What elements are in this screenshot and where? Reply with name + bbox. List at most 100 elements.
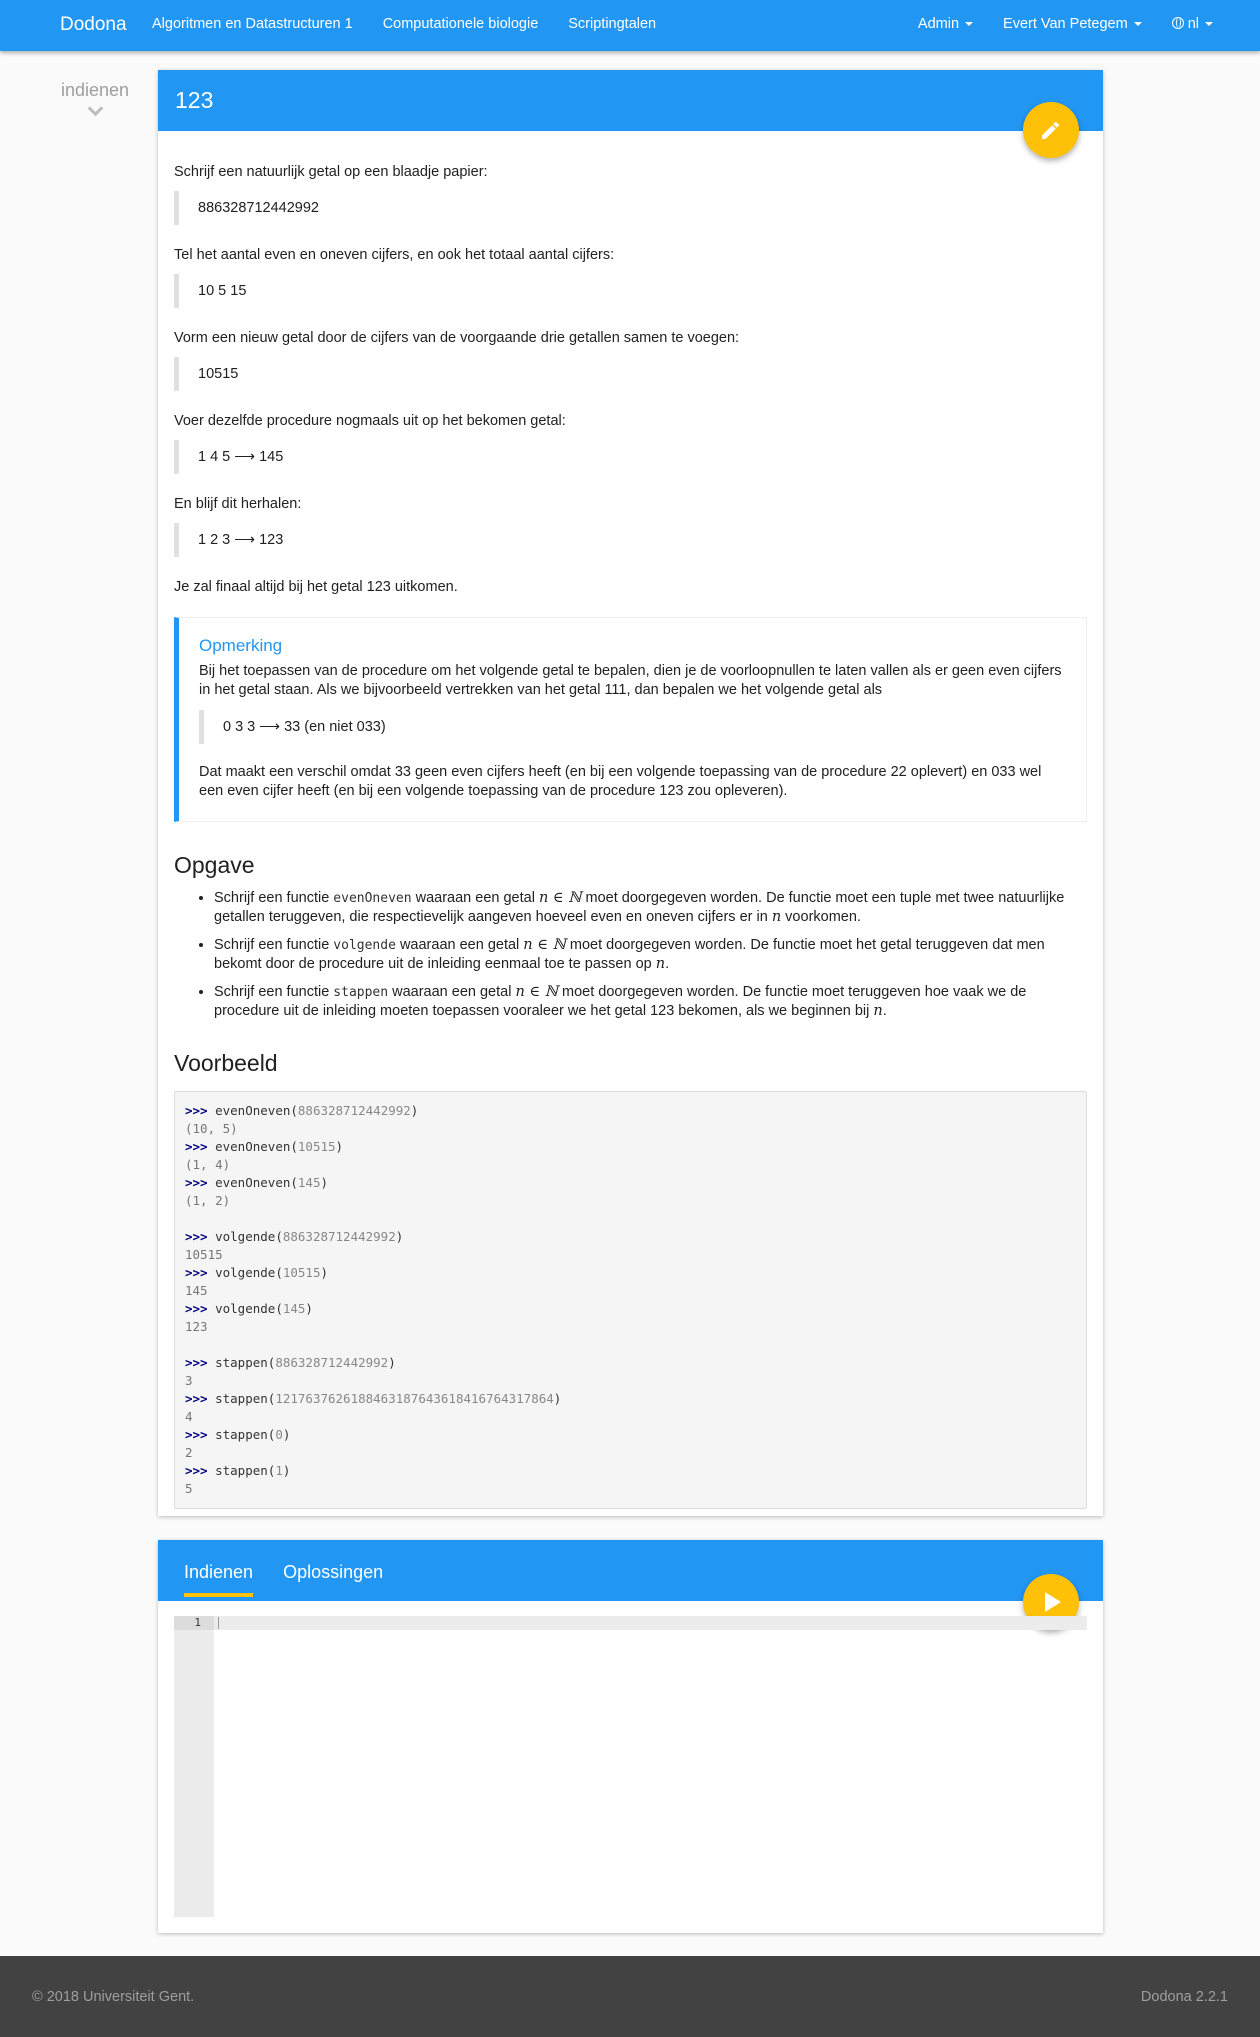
code-call: volgende( <box>215 1301 283 1316</box>
nav-link-course-3[interactable]: Scriptingtalen <box>568 16 656 32</box>
code-argument: 886328712442992 <box>282 1229 396 1244</box>
item-text: Schrijf een functie <box>214 890 334 906</box>
code-paren: ) <box>282 1427 291 1442</box>
code-argument: 886328712442992 <box>275 1355 389 1370</box>
caret-down-icon <box>1205 22 1213 27</box>
code-prompt: >>> <box>185 1175 216 1190</box>
item-text: Schrijf een functie <box>214 984 334 1000</box>
note-title: Opmerking <box>199 636 283 655</box>
code-call: volgende( <box>215 1265 283 1280</box>
exercise-description: Schrijf een natuurlijk getal op een blaa… <box>174 163 1087 1509</box>
code-line: >>> stappen(886328712442992) <box>185 1354 1076 1372</box>
edit-button[interactable] <box>1023 102 1079 158</box>
user-menu[interactable]: Evert Van Petegem <box>1003 16 1142 32</box>
code-line: 10515 <box>185 1246 1076 1264</box>
exercise-card: 123 Schrijf een natuurlijk getal op een … <box>158 70 1103 1516</box>
intro-quote: 10 5 15 <box>174 274 1087 308</box>
code-argument: 1 <box>275 1463 283 1478</box>
note-paragraph: Bij het toepassen van de procedure om he… <box>199 663 1062 698</box>
nav-link-course-1[interactable]: Algoritmen en Datastructuren 1 <box>152 16 353 32</box>
code-paren: ) <box>320 1265 329 1280</box>
intro-text: Voer dezelfde procedure nogmaals uit op … <box>174 413 566 429</box>
code-paren: ) <box>553 1391 562 1406</box>
code-output: 145 <box>185 1283 208 1298</box>
math-expression: n ∈ ℕ <box>538 890 582 906</box>
code-output: 10515 <box>185 1247 223 1262</box>
nav-link-course-2[interactable]: Computationele biologie <box>383 16 539 32</box>
brand-link[interactable]: Dodona <box>60 14 127 36</box>
function-name: stappen <box>333 985 389 1000</box>
caret-down-icon <box>965 22 974 27</box>
function-name: evenOneven <box>333 891 412 906</box>
code-call: evenOneven( <box>215 1175 298 1190</box>
intro-quote: 886328712442992 <box>174 191 1087 225</box>
code-line: 3 <box>185 1372 1076 1390</box>
code-argument: 886328712442992 <box>297 1103 411 1118</box>
admin-menu-label: Admin <box>917 16 960 32</box>
math-expression: n ∈ ℕ <box>515 984 559 1000</box>
code-line: 5 <box>185 1480 1076 1498</box>
code-argument: 145 <box>297 1175 321 1190</box>
code-argument: 10515 <box>282 1265 321 1280</box>
course-links: Algoritmen en Datastructuren 1 Computati… <box>152 16 656 32</box>
code-prompt: >>> <box>185 1103 216 1118</box>
footer-copyright: © 2018 Universiteit Gent. <box>32 1989 195 2005</box>
item-text: . <box>882 1003 887 1019</box>
code-prompt: >>> <box>185 1391 216 1406</box>
user-menu-label: Evert Van Petegem <box>1003 16 1128 32</box>
code-call: stappen( <box>215 1355 276 1370</box>
text-cursor <box>218 1617 219 1629</box>
code-line: >>> volgende(145) <box>185 1300 1076 1318</box>
code-line: >>> evenOneven(10515) <box>185 1138 1076 1156</box>
code-output: 4 <box>185 1409 193 1424</box>
code-line: >>> stappen(1217637626188463187643618416… <box>185 1390 1076 1408</box>
math-expression: n <box>873 1003 883 1019</box>
chevron-down-icon <box>87 100 103 117</box>
conclusion-text: Je zal finaal altijd bij het getal 123 u… <box>174 579 458 595</box>
code-call: evenOneven( <box>215 1139 298 1154</box>
code-line: 2 <box>185 1444 1076 1462</box>
code-output: 123 <box>185 1319 208 1334</box>
code-editor[interactable]: 1 <box>174 1616 1087 1917</box>
intro-text: Tel het aantal even en oneven cijfers, e… <box>174 247 615 263</box>
code-line: 145 <box>185 1282 1076 1300</box>
code-paren: ) <box>320 1175 329 1190</box>
admin-menu[interactable]: Admin <box>917 16 974 32</box>
opgave-heading: Opgave <box>174 852 255 878</box>
editor-gutter <box>174 1616 214 1917</box>
tab-oplossingen[interactable]: Oplossingen <box>283 1562 383 1597</box>
tab-indienen[interactable]: Indienen <box>184 1562 254 1597</box>
code-line: >>> evenOneven(886328712442992) <box>185 1102 1076 1120</box>
footer: © 2018 Universiteit Gent. Dodona 2.2.1 <box>0 1956 1260 2037</box>
code-output: 2 <box>185 1445 193 1460</box>
submission-card: Indienen Oplossingen 1 <box>158 1540 1103 1933</box>
function-name: volgende <box>333 938 396 953</box>
jump-to-submit-button[interactable]: indienen <box>45 80 145 117</box>
item-text: . <box>665 956 670 972</box>
code-call: volgende( <box>215 1229 283 1244</box>
language-menu[interactable]: nl <box>1171 16 1213 32</box>
code-paren: ) <box>410 1103 419 1118</box>
exercise-card-header: 123 <box>158 70 1103 131</box>
code-paren: ) <box>335 1139 344 1154</box>
item-text: Schrijf een functie <box>214 937 334 953</box>
code-prompt: >>> <box>185 1355 216 1370</box>
code-line: 123 <box>185 1318 1076 1336</box>
code-output: (1, 4) <box>185 1157 231 1172</box>
code-line: 4 <box>185 1408 1076 1426</box>
code-output: (1, 2) <box>185 1193 231 1208</box>
footer-version: Dodona 2.2.1 <box>1140 1989 1228 2005</box>
opgave-list: Schrijf een functie evenOneven waaraan e… <box>214 889 1087 1020</box>
line-number: 1 <box>174 1616 214 1630</box>
code-argument: 145 <box>282 1301 306 1316</box>
navbar: Dodona Algoritmen en Datastructuren 1 Co… <box>0 0 1260 51</box>
code-paren: ) <box>395 1229 404 1244</box>
intro-quote: 1 4 5 ⟶ 145 <box>174 440 1087 474</box>
code-line: >>> volgende(886328712442992) <box>185 1228 1076 1246</box>
intro-quote: 1 2 3 ⟶ 123 <box>174 523 1087 557</box>
code-argument: 10515 <box>297 1139 336 1154</box>
pencil-icon <box>1042 122 1059 139</box>
note-box: Opmerking Bij het toepassen van de proce… <box>174 617 1087 822</box>
